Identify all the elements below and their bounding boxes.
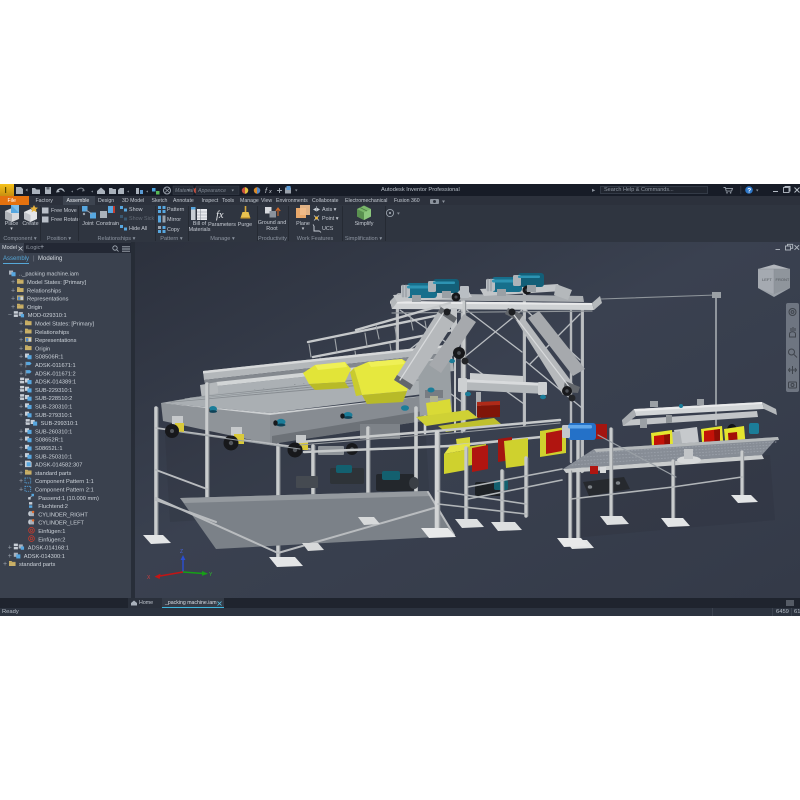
svg-text:FRONT: FRONT <box>776 277 790 282</box>
svg-text:standard parts: standard parts <box>35 471 72 477</box>
svg-text:+: + <box>19 354 23 361</box>
svg-text:Representations: Representations <box>35 338 77 344</box>
svg-text:+: + <box>11 279 15 286</box>
svg-text:+: + <box>19 345 23 352</box>
svg-text:−: − <box>8 312 12 319</box>
svg-text:SUB-299310:1: SUB-299310:1 <box>41 421 78 427</box>
svg-text:CYLINDER_LEFT: CYLINDER_LEFT <box>38 521 84 527</box>
svg-text:+: + <box>11 287 15 294</box>
svg-text:Origin: Origin <box>27 305 42 311</box>
svg-text:+: + <box>19 428 23 435</box>
svg-text:Z: Z <box>180 549 183 555</box>
svg-text:standard parts: standard parts <box>19 562 56 568</box>
svg-text:+: + <box>19 437 23 444</box>
svg-text:?: ? <box>747 187 751 194</box>
svg-text:ADSK-014582:307: ADSK-014582:307 <box>35 463 82 469</box>
svg-text:Component Pattern 2:1: Component Pattern 2:1 <box>35 488 94 494</box>
svg-text:ADSK-011671:2: ADSK-011671:2 <box>35 371 76 377</box>
svg-text:Einfügen:1: Einfügen:1 <box>38 529 65 535</box>
svg-text:SUB-250310:1: SUB-250310:1 <box>35 454 72 460</box>
svg-text:x: x <box>268 189 272 195</box>
svg-text:f: f <box>265 188 268 195</box>
svg-text:ADSK-014168:1: ADSK-014168:1 <box>28 546 69 552</box>
svg-text:ADSK-014389:1: ADSK-014389:1 <box>35 380 76 386</box>
svg-text:+: + <box>11 304 15 311</box>
svg-text:+: + <box>8 553 12 560</box>
svg-text:+: + <box>19 362 23 369</box>
svg-text:+: + <box>19 321 23 328</box>
svg-text:MOD-029310:1: MOD-029310:1 <box>28 313 67 319</box>
svg-text:Material: Material <box>175 188 194 194</box>
svg-text:CYLINDER_RIGHT: CYLINDER_RIGHT <box>38 512 88 518</box>
svg-text:Origin: Origin <box>35 346 50 352</box>
svg-text:+: + <box>19 337 23 344</box>
svg-text:ADSK-014300:1: ADSK-014300:1 <box>24 554 65 560</box>
svg-text:+: + <box>19 478 23 485</box>
svg-text:Passend:1 (10.000 mm): Passend:1 (10.000 mm) <box>38 496 99 502</box>
svg-text:Fluchtend:2: Fluchtend:2 <box>38 504 68 510</box>
svg-text:Relationships: Relationships <box>35 330 69 336</box>
svg-text:+: + <box>19 445 23 452</box>
svg-text:Einfügen:2: Einfügen:2 <box>38 537 65 543</box>
svg-text:+: + <box>8 545 12 552</box>
svg-text:Component Pattern 1:1: Component Pattern 1:1 <box>35 479 94 485</box>
svg-text:Model States: [Primary]: Model States: [Primary] <box>35 322 95 328</box>
svg-text:+: + <box>11 296 15 303</box>
svg-text:S08652L:1: S08652L:1 <box>35 446 63 452</box>
svg-text:SUB-229310:1: SUB-229310:1 <box>35 388 72 394</box>
svg-text:+: + <box>19 370 23 377</box>
svg-text:S08506R:1: S08506R:1 <box>35 355 63 361</box>
svg-text:LEFT: LEFT <box>762 277 772 282</box>
svg-text:Appearance: Appearance <box>197 188 226 194</box>
svg-text:+: + <box>19 404 23 411</box>
svg-text:+: + <box>3 561 7 568</box>
svg-text:SUB-260310:1: SUB-260310:1 <box>35 429 72 435</box>
svg-text:Relationships: Relationships <box>27 288 61 294</box>
svg-text:+: + <box>19 462 23 469</box>
svg-text:SUB-230310:1: SUB-230310:1 <box>35 405 72 411</box>
svg-text:+: + <box>19 329 23 336</box>
svg-text:SUB-279310:1: SUB-279310:1 <box>35 413 72 419</box>
svg-text:fx: fx <box>216 210 224 221</box>
svg-text:+: + <box>19 470 23 477</box>
svg-text:ADSK-011671:1: ADSK-011671:1 <box>35 363 76 369</box>
svg-text:.._packing machine.iam: .._packing machine.iam <box>19 272 79 278</box>
svg-text:+: + <box>19 453 23 460</box>
svg-text:SUB-228510:2: SUB-228510:2 <box>35 396 72 402</box>
svg-text:Model States: [Primary]: Model States: [Primary] <box>27 280 87 286</box>
svg-text:S08652R:1: S08652R:1 <box>35 438 63 444</box>
svg-text:Representations: Representations <box>27 297 69 303</box>
svg-text:+: + <box>19 412 23 419</box>
svg-text:+: + <box>19 487 23 494</box>
